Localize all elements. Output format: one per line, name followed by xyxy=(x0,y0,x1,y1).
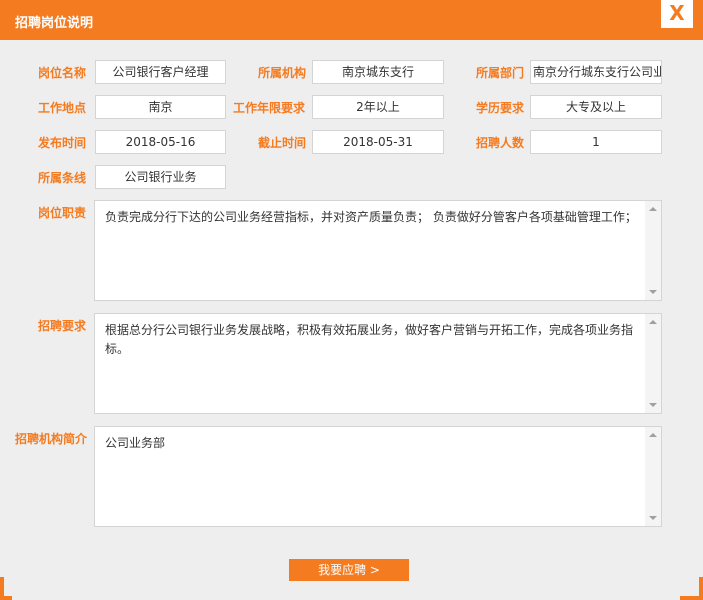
requirements-textarea[interactable]: 根据总分行公司银行业务发展战略，积极有效拓展业务，做好客户营销与开拓工作，完成各… xyxy=(94,313,662,414)
education-value: 大专及以上 xyxy=(530,95,662,119)
headcount-label: 招聘人数 xyxy=(476,136,525,150)
publish-date-value: 2018-05-16 xyxy=(95,130,226,154)
duties-textarea[interactable]: 负责完成分行下达的公司业务经营指标，并对资产质量负责； 负责做好分管客户各项基础… xyxy=(94,200,662,301)
department-label: 所属部门 xyxy=(476,66,525,80)
scroll-up-icon[interactable] xyxy=(649,433,657,437)
scroll-down-icon[interactable] xyxy=(649,516,657,520)
scroll-up-icon[interactable] xyxy=(649,207,657,211)
requirements-label: 招聘要求 xyxy=(38,319,87,333)
work-years-label: 工作年限要求 xyxy=(233,101,306,115)
scroll-up-icon[interactable] xyxy=(649,320,657,324)
org-intro-scrollbar[interactable] xyxy=(645,427,661,526)
org-intro-text: 公司业务部 xyxy=(105,436,166,450)
publish-date-label: 发布时间 xyxy=(38,136,87,150)
requirements-scrollbar[interactable] xyxy=(645,314,661,413)
org-intro-label: 招聘机构简介 xyxy=(15,432,88,446)
corner-bracket-right-base xyxy=(680,596,703,600)
corner-bracket-left-base xyxy=(0,596,12,600)
duties-label: 岗位职责 xyxy=(38,206,87,220)
department-value: 南京分行城东支行公司业务部 xyxy=(530,60,662,84)
education-label: 学历要求 xyxy=(476,101,525,115)
work-location-label: 工作地点 xyxy=(38,101,87,115)
position-name-label: 岗位名称 xyxy=(38,66,87,80)
dialog-titlebar: 招聘岗位说明 X xyxy=(0,0,703,40)
business-line-label: 所属条线 xyxy=(38,171,87,185)
deadline-label: 截止时间 xyxy=(258,136,307,150)
institution-label: 所属机构 xyxy=(258,66,307,80)
work-years-value: 2年以上 xyxy=(312,95,444,119)
dialog-title: 招聘岗位说明 xyxy=(15,16,94,31)
business-line-value: 公司银行业务 xyxy=(95,165,226,189)
institution-value: 南京城东支行 xyxy=(312,60,444,84)
deadline-value: 2018-05-31 xyxy=(312,130,444,154)
duties-scrollbar[interactable] xyxy=(645,201,661,300)
headcount-value: 1 xyxy=(530,130,662,154)
apply-button[interactable]: 我要应聘 > xyxy=(289,559,409,581)
work-location-value: 南京 xyxy=(95,95,226,119)
position-name-value: 公司银行客户经理 xyxy=(95,60,226,84)
scroll-down-icon[interactable] xyxy=(649,403,657,407)
scroll-down-icon[interactable] xyxy=(649,290,657,294)
close-button[interactable]: X xyxy=(661,0,693,28)
org-intro-textarea[interactable]: 公司业务部 xyxy=(94,426,662,527)
requirements-text: 根据总分行公司银行业务发展战略，积极有效拓展业务，做好客户营销与开拓工作，完成各… xyxy=(105,323,634,356)
duties-text: 负责完成分行下达的公司业务经营指标，并对资产质量负责； 负责做好分管客户各项基础… xyxy=(105,210,637,224)
